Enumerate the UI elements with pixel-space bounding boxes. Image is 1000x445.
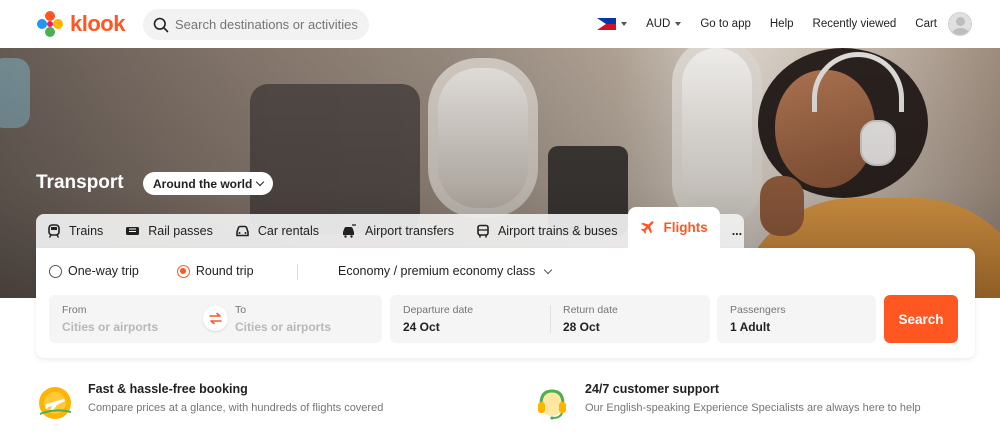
car-transfer-icon — [343, 224, 357, 238]
to-placeholder: Cities or airports — [235, 320, 332, 334]
to-label: To — [235, 304, 247, 316]
tab-label: Flights — [663, 220, 708, 235]
passengers-label: Passengers — [730, 304, 786, 316]
tab-label: Trains — [69, 224, 104, 238]
date-fields: Departure date 24 Oct Return date 28 Oct — [390, 295, 710, 343]
cabin-class-select[interactable]: Economy / premium economy class — [338, 264, 553, 278]
recently-viewed-link[interactable]: Recently viewed — [813, 18, 897, 30]
search-input[interactable] — [175, 17, 365, 32]
route-fields: From Cities or airports To Cities or air… — [49, 295, 382, 343]
chevron-down-icon — [256, 177, 265, 187]
from-label: From — [62, 304, 87, 316]
departure-label: Departure date — [403, 304, 474, 316]
feature-description: Compare prices at a glance, with hundred… — [88, 402, 384, 414]
ticket-icon — [126, 227, 140, 235]
region-selector[interactable]: Around the world — [143, 172, 274, 195]
feature-support: 24/7 customer support Our English-speaki… — [535, 382, 921, 420]
flight-search-panel: One-way trip Round trip Economy / premiu… — [36, 248, 975, 358]
feature-title: 24/7 customer support — [585, 382, 720, 396]
caret-down-icon — [621, 22, 628, 26]
page-title: Transport — [36, 172, 124, 193]
tab-airport-trains-buses[interactable]: Airport trains & buses — [465, 214, 629, 248]
passengers-value: 1 Adult — [730, 320, 771, 334]
tab-label: Car rentals — [257, 224, 320, 238]
logo-text: klook — [70, 11, 125, 36]
tab-more[interactable]: ... — [720, 214, 754, 248]
user-avatar-icon[interactable] — [948, 12, 972, 36]
top-header: klook AUD Go to app Help Recently viewed… — [0, 0, 1000, 48]
cart-link[interactable]: Cart — [915, 18, 937, 30]
passengers-field[interactable]: Passengers 1 Adult — [717, 295, 876, 343]
tab-label: Rail passes — [148, 224, 213, 238]
go-to-app-link[interactable]: Go to app — [700, 18, 751, 30]
help-link[interactable]: Help — [770, 18, 794, 30]
from-field[interactable]: From Cities or airports — [49, 295, 209, 343]
tab-flights[interactable]: Flights — [628, 207, 720, 248]
bus-icon — [477, 224, 489, 238]
global-search[interactable] — [143, 9, 369, 40]
cabin-class-label: Economy / premium economy class — [338, 264, 536, 278]
one-way-trip-radio[interactable]: One-way trip — [49, 264, 139, 278]
departure-value: 24 Oct — [403, 320, 440, 334]
radio-icon — [49, 264, 62, 278]
feature-title: Fast & hassle-free booking — [88, 382, 248, 396]
train-icon — [48, 224, 60, 238]
tab-label: Airport transfers — [365, 224, 454, 238]
search-icon — [153, 17, 169, 32]
top-nav: AUD Go to app Help Recently viewed Cart — [578, 0, 972, 48]
return-value: 28 Oct — [563, 320, 600, 334]
return-label: Return date — [563, 304, 618, 316]
trip-type-group: One-way trip Round trip — [49, 264, 292, 278]
to-field[interactable]: To Cities or airports — [222, 295, 382, 343]
tab-car-rentals[interactable]: Car rentals — [224, 214, 330, 248]
return-date-field[interactable]: Return date 28 Oct — [550, 295, 710, 343]
from-placeholder: Cities or airports — [62, 320, 159, 334]
car-icon — [236, 225, 249, 237]
tab-label: Airport trains & buses — [497, 224, 618, 238]
currency-label: AUD — [646, 18, 671, 30]
tab-rail-passes[interactable]: Rail passes — [114, 214, 224, 248]
departure-date-field[interactable]: Departure date 24 Oct — [390, 295, 550, 343]
feature-description: Our English-speaking Experience Speciali… — [585, 402, 921, 414]
klook-logo-icon — [37, 11, 63, 37]
plane-icon — [641, 221, 655, 234]
radio-label: One-way trip — [68, 264, 139, 278]
search-flights-button[interactable]: Search — [884, 295, 958, 343]
tab-trains[interactable]: Trains — [36, 214, 114, 248]
philippines-flag-icon — [597, 18, 617, 30]
headset-icon — [538, 389, 566, 420]
tab-airport-transfers[interactable]: Airport transfers — [330, 214, 465, 248]
passengers-field-group: Passengers 1 Adult — [717, 295, 876, 343]
language-selector[interactable] — [597, 18, 628, 30]
klook-logo[interactable]: klook — [36, 10, 125, 38]
transport-tabs: Trains Rail passes Car rentals Airport t… — [36, 207, 754, 248]
more-icon: ... — [731, 224, 743, 238]
chevron-down-icon — [544, 265, 553, 274]
currency-selector[interactable]: AUD — [646, 18, 682, 30]
round-trip-radio[interactable]: Round trip — [176, 264, 254, 278]
feature-fast-booking: Fast & hassle-free booking Compare price… — [38, 382, 383, 420]
radio-selected-icon — [176, 264, 190, 278]
plane-badge-icon — [39, 387, 72, 419]
radio-label: Round trip — [195, 264, 254, 278]
region-label: Around the world — [153, 176, 253, 191]
caret-down-icon — [675, 22, 682, 26]
